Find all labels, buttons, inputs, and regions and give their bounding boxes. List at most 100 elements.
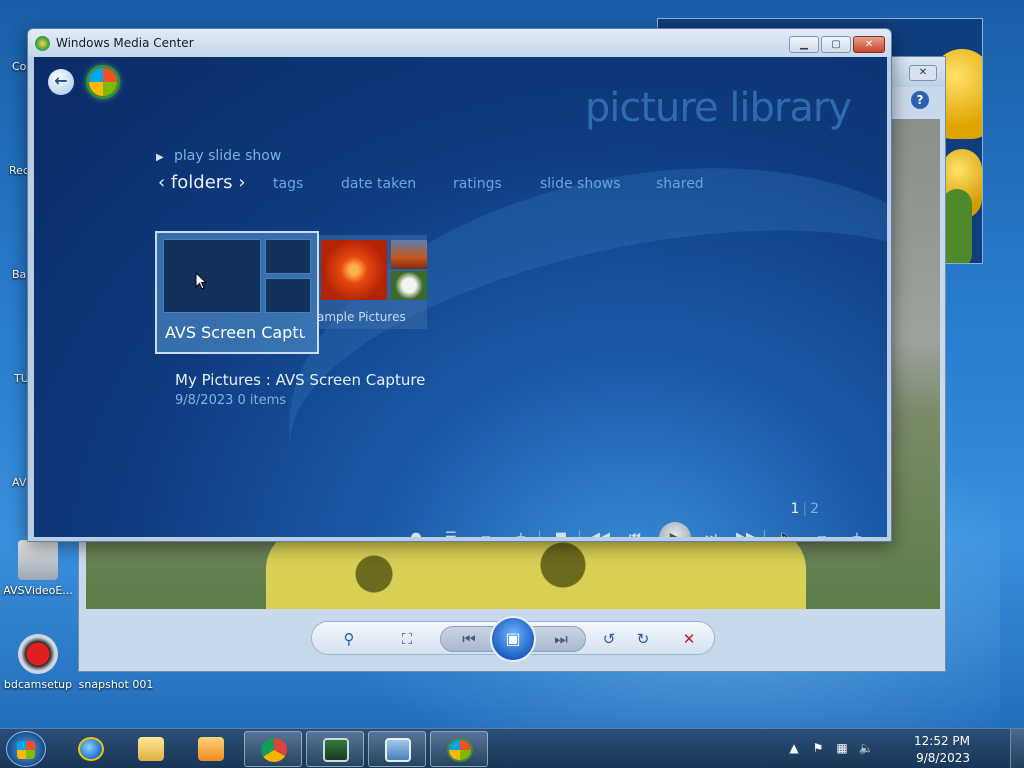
flower-thumbnail	[321, 240, 387, 300]
volume-up-icon[interactable]: +	[847, 528, 867, 537]
taskbar-photo-viewer[interactable]	[368, 731, 426, 767]
page-title: picture library	[584, 85, 852, 131]
skip-back-icon[interactable]: ⏮	[625, 528, 645, 537]
chevron-left-icon[interactable]: ‹	[158, 172, 171, 193]
stop-icon[interactable]: ■	[551, 528, 571, 537]
empty-thumbnail	[265, 239, 311, 274]
internet-explorer-icon	[78, 737, 104, 761]
nav-folders[interactable]: ‹ folders ›	[158, 172, 245, 193]
network-icon[interactable]: ▦	[834, 741, 850, 757]
folder-tile-label: ample Pictures	[317, 310, 406, 324]
desktop-icon-avsvideo[interactable]: AVSVideoE...	[0, 540, 76, 597]
play-button[interactable]: ▶	[659, 522, 691, 537]
desktop-partial-label[interactable]: Ba	[12, 268, 26, 281]
divider	[539, 530, 540, 537]
desert-thumbnail	[391, 240, 427, 269]
action-center-icon[interactable]: ⚑	[810, 741, 826, 757]
volume-down-icon[interactable]: −	[812, 528, 832, 537]
mouse-cursor-icon	[195, 272, 208, 290]
taskbar: ▲ ⚑ ▦ 🔈 12:52 PM 9/8/2023	[0, 728, 1024, 768]
desktop-icon-label: AVSVideoE...	[3, 584, 73, 597]
delete-icon[interactable]: ✕	[678, 628, 700, 650]
divider	[579, 530, 580, 537]
skip-forward-icon[interactable]: ⏭	[701, 528, 721, 537]
clock-time[interactable]: 12:52 PM	[914, 734, 970, 748]
show-hidden-icons-icon[interactable]: ▲	[786, 741, 802, 757]
nav-tags[interactable]: tags	[273, 176, 303, 192]
window-title: Windows Media Center	[56, 36, 194, 50]
record-icon[interactable]: ●	[406, 528, 426, 537]
selected-folder-title: My Pictures : AVS Screen Capture	[175, 371, 426, 389]
bdcam-installer-icon	[18, 634, 58, 674]
chevron-right-icon[interactable]: ›	[233, 172, 245, 193]
selected-folder-meta: 9/8/2023 0 items	[175, 393, 287, 408]
nav-ratings[interactable]: ratings	[453, 176, 502, 192]
avs-video-editor-icon	[18, 540, 58, 580]
folder-tile-label: AVS Screen Capture	[165, 323, 305, 342]
back-arrow-icon[interactable]: ←	[48, 69, 74, 95]
play-slide-show-link[interactable]: play slide show	[174, 148, 281, 164]
folder-icon	[138, 737, 164, 761]
close-button[interactable]: ✕	[853, 36, 885, 53]
taskbar-media-player[interactable]	[182, 731, 240, 767]
desktop-icon-label: bdcamsetup	[3, 678, 73, 691]
windows-logo-icon[interactable]	[86, 65, 120, 99]
empty-thumbnail	[163, 239, 261, 313]
nav-shared[interactable]: shared	[656, 176, 704, 192]
folder-tile-selected[interactable]: AVS Screen Capture	[155, 231, 319, 354]
taskbar-explorer[interactable]	[122, 731, 180, 767]
tulip-leaf	[942, 189, 972, 263]
previous-icon: ⏮	[462, 630, 476, 648]
page-separator: |	[802, 501, 808, 517]
slideshow-button[interactable]: ▣	[490, 616, 536, 662]
nav-date-taken[interactable]: date taken	[341, 176, 416, 192]
photo-viewer-toolbar: ⚲ ⛶ ⏮ ⏭ ▣ ↺ ↻ ✕	[311, 616, 715, 662]
media-player-icon	[198, 737, 224, 761]
nav-label: folders	[170, 172, 233, 193]
taskbar-task-manager[interactable]	[306, 731, 364, 767]
channel-up-icon[interactable]: +	[511, 528, 531, 537]
mute-icon[interactable]: 🔈	[776, 528, 796, 537]
next-icon: ⏭	[554, 630, 568, 648]
minimize-button[interactable]: ▁	[789, 36, 819, 53]
start-button[interactable]	[6, 731, 46, 767]
taskbar-chrome[interactable]	[244, 731, 302, 767]
volume-icon[interactable]: 🔈	[858, 741, 874, 757]
show-desktop-button[interactable]	[1010, 729, 1024, 768]
desktop-partial-label[interactable]: Rec	[9, 164, 29, 177]
fast-forward-icon[interactable]: ▶▶	[736, 528, 756, 537]
empty-thumbnail	[265, 278, 311, 313]
desktop-partial-label[interactable]: AV	[12, 476, 26, 489]
rewind-icon[interactable]: ◀◀	[590, 528, 610, 537]
taskbar-media-center[interactable]	[430, 731, 488, 767]
channel-down-icon[interactable]: −	[476, 528, 496, 537]
page-current[interactable]: 1	[790, 501, 799, 517]
photo-viewer-close-button[interactable]: ✕	[909, 65, 937, 81]
rotate-right-icon[interactable]: ↻	[632, 628, 654, 650]
page-next[interactable]: 2	[810, 501, 819, 517]
guide-list-icon[interactable]: ☰	[441, 528, 461, 537]
desktop-icon-label: snapshot 001	[78, 678, 154, 691]
media-center-icon	[35, 36, 50, 51]
media-center-icon	[447, 738, 473, 762]
divider	[764, 530, 765, 537]
fit-to-window-icon[interactable]: ⛶	[396, 628, 418, 650]
windows-logo-icon	[17, 741, 35, 759]
nav-slide-shows[interactable]: slide shows	[540, 176, 621, 192]
rotate-left-icon[interactable]: ↺	[598, 628, 620, 650]
task-manager-icon	[323, 738, 349, 762]
desktop-icon-bdcamsetup[interactable]: bdcamsetup	[0, 634, 76, 691]
maximize-button[interactable]: ▢	[821, 36, 851, 53]
clock-date[interactable]: 9/8/2023	[916, 751, 970, 765]
folder-tile[interactable]: ample Pictures	[317, 235, 427, 329]
flower-thumbnail	[391, 271, 427, 300]
play-icon: ▶	[156, 152, 164, 163]
desktop-partial-label[interactable]: Co	[12, 60, 26, 73]
zoom-icon[interactable]: ⚲	[338, 628, 360, 650]
help-icon[interactable]: ?	[911, 91, 929, 109]
media-center-content: ← picture library ▶ play slide show ‹ fo…	[34, 57, 887, 537]
taskbar-internet-explorer[interactable]	[62, 731, 120, 767]
photo-viewer-icon	[385, 738, 411, 762]
media-center-window[interactable]: Windows Media Center ▁ ▢ ✕ ← picture lib…	[27, 28, 892, 542]
window-titlebar[interactable]: Windows Media Center ▁ ▢ ✕	[28, 29, 891, 57]
